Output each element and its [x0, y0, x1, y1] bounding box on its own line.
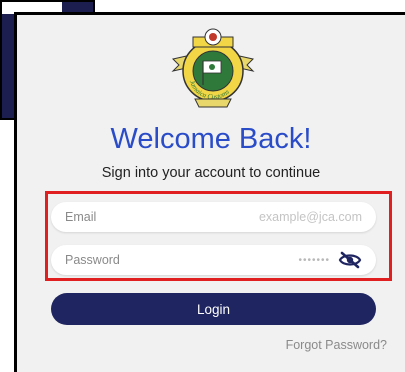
page-subtitle: Sign into your account to continue	[101, 165, 321, 181]
password-label: Password	[65, 253, 120, 267]
email-field[interactable]: Email example@jca.com	[51, 202, 376, 232]
eye-slash-icon[interactable]	[338, 251, 362, 269]
logo-emblem-icon: Jamaica Customs	[171, 28, 255, 108]
forgot-password-link[interactable]: Forgot Password?	[286, 338, 387, 352]
login-button[interactable]: Login	[51, 293, 376, 325]
email-placeholder: example@jca.com	[258, 210, 362, 224]
email-label: Email	[65, 210, 97, 224]
password-field[interactable]: Password •••••••	[51, 245, 376, 275]
login-screen: Jamaica Customs Welcome Back! Sign into …	[14, 12, 405, 372]
password-controls: •••••••	[298, 251, 362, 269]
page-title: Welcome Back!	[110, 123, 312, 155]
jamaica-customs-logo: Jamaica Customs	[165, 19, 261, 115]
password-dots: •••••••	[298, 254, 330, 266]
